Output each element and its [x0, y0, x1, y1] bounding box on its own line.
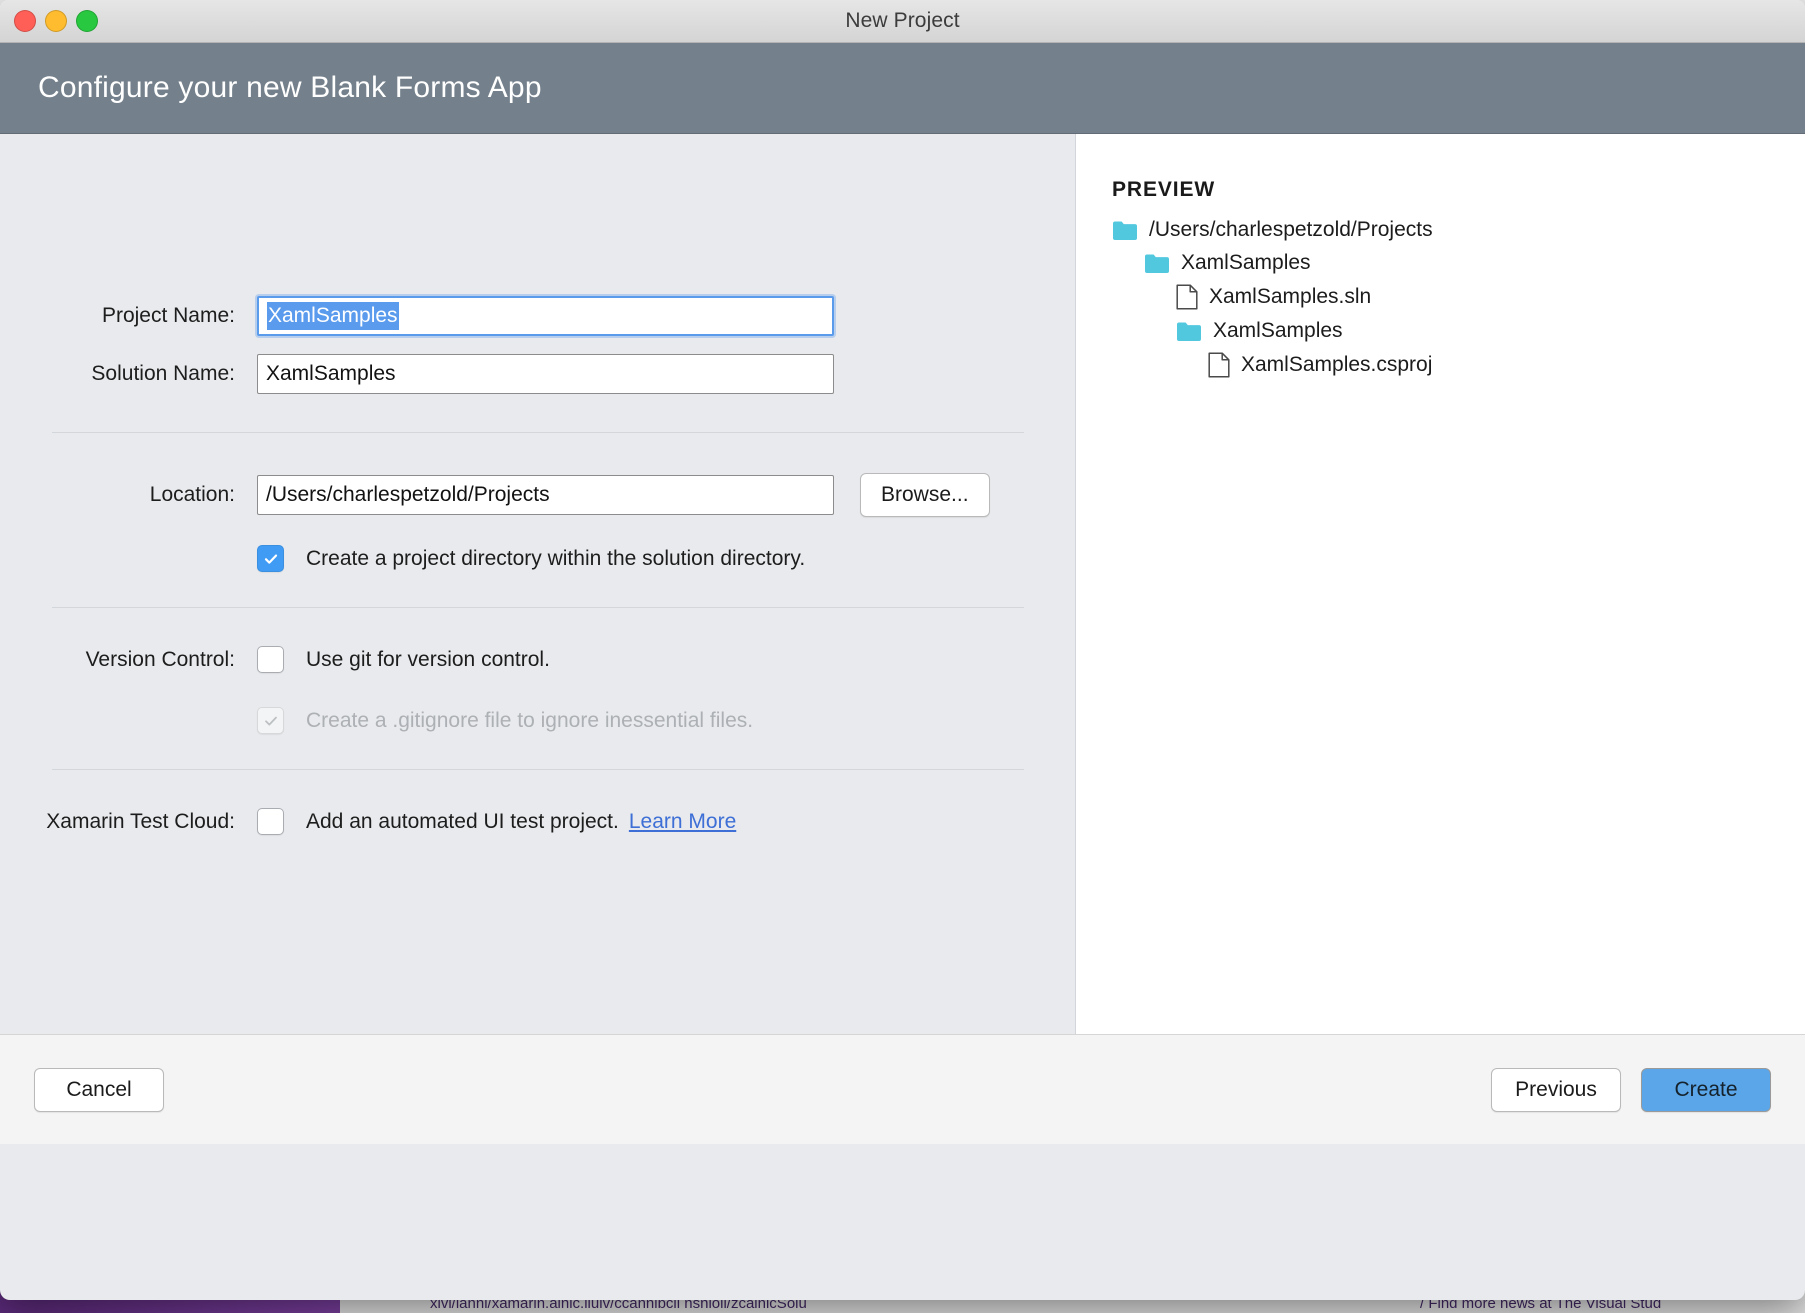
file-icon — [1208, 352, 1230, 378]
preview-tree-item: XamlSamples.sln — [1176, 284, 1805, 310]
window-titlebar: New Project — [0, 0, 1805, 43]
folder-icon — [1144, 253, 1170, 274]
file-icon — [1176, 284, 1198, 310]
project-name-input[interactable] — [257, 296, 834, 336]
preview-tree-item-label: XamlSamples — [1213, 319, 1343, 343]
divider-3 — [52, 769, 1024, 770]
checkmark-icon — [263, 551, 279, 567]
folder-icon — [1144, 253, 1170, 274]
divider-1 — [52, 432, 1024, 433]
dialog-footer: Cancel Previous Create — [0, 1034, 1805, 1144]
solution-name-label: Solution Name: — [0, 362, 257, 386]
browse-button[interactable]: Browse... — [860, 473, 990, 517]
solution-name-row: Solution Name: — [0, 354, 1075, 394]
dialog-header: Configure your new Blank Forms App — [0, 43, 1805, 134]
project-directory-label: Create a project directory within the so… — [306, 547, 805, 571]
location-row: Location: Browse... — [0, 473, 1075, 517]
project-name-field-wrap: XamlSamples — [257, 296, 834, 336]
test-cloud-label: Xamarin Test Cloud: — [0, 810, 257, 834]
dialog-body: Project Name: XamlSamples Solution Name:… — [0, 134, 1805, 1034]
folder-icon — [1176, 321, 1202, 342]
project-directory-checkbox[interactable] — [257, 545, 284, 572]
project-name-label: Project Name: — [0, 304, 257, 328]
cancel-button[interactable]: Cancel — [34, 1068, 164, 1112]
test-cloud-row: Xamarin Test Cloud: Add an automated UI … — [0, 808, 1075, 835]
test-cloud-checkbox[interactable] — [257, 808, 284, 835]
version-control-row: Version Control: Use git for version con… — [0, 646, 1075, 673]
checkmark-icon — [263, 713, 279, 729]
gitignore-row: Create a .gitignore file to ignore iness… — [0, 707, 1075, 734]
file-icon — [1176, 284, 1198, 310]
preview-tree-item: XamlSamples — [1176, 319, 1805, 343]
preview-tree-item: /Users/charlespetzold/Projects — [1112, 218, 1805, 242]
preview-tree-item-label: /Users/charlespetzold/Projects — [1149, 218, 1433, 242]
folder-icon — [1112, 220, 1138, 241]
divider-2 — [52, 607, 1024, 608]
create-button[interactable]: Create — [1641, 1068, 1771, 1112]
gitignore-label: Create a .gitignore file to ignore iness… — [306, 709, 753, 733]
solution-name-input[interactable] — [257, 354, 834, 394]
project-directory-row: Create a project directory within the so… — [0, 545, 1075, 572]
preview-tree-item: XamlSamples — [1144, 251, 1805, 275]
preview-tree-item: XamlSamples.csproj — [1208, 352, 1805, 378]
window-title: New Project — [0, 9, 1805, 33]
preview-tree-item-label: XamlSamples — [1181, 251, 1311, 275]
test-cloud-text: Add an automated UI test project. — [306, 810, 619, 834]
project-name-row: Project Name: XamlSamples — [0, 296, 1075, 336]
form-pane: Project Name: XamlSamples Solution Name:… — [0, 134, 1075, 1034]
use-git-label: Use git for version control. — [306, 648, 550, 672]
folder-icon — [1112, 220, 1138, 241]
preview-heading: PREVIEW — [1112, 178, 1805, 202]
gitignore-checkbox — [257, 707, 284, 734]
learn-more-link[interactable]: Learn More — [629, 810, 736, 834]
new-project-dialog: New Project Configure your new Blank For… — [0, 0, 1805, 1300]
file-icon — [1208, 352, 1230, 378]
screen: xlvi/ianni/xamarin.ainic.iiuiv/ccannibci… — [0, 0, 1805, 1313]
use-git-checkbox[interactable] — [257, 646, 284, 673]
folder-icon — [1176, 321, 1202, 342]
location-label: Location: — [0, 483, 257, 507]
preview-tree-item-label: XamlSamples.sln — [1209, 285, 1371, 309]
location-input[interactable] — [257, 475, 834, 515]
preview-tree: /Users/charlespetzold/Projects XamlSampl… — [1112, 218, 1805, 378]
preview-pane: PREVIEW /Users/charlespetzold/Projects X… — [1075, 134, 1805, 1034]
page-title: Configure your new Blank Forms App — [38, 71, 542, 105]
version-control-label: Version Control: — [0, 648, 257, 672]
previous-button[interactable]: Previous — [1491, 1068, 1621, 1112]
preview-tree-item-label: XamlSamples.csproj — [1241, 353, 1432, 377]
